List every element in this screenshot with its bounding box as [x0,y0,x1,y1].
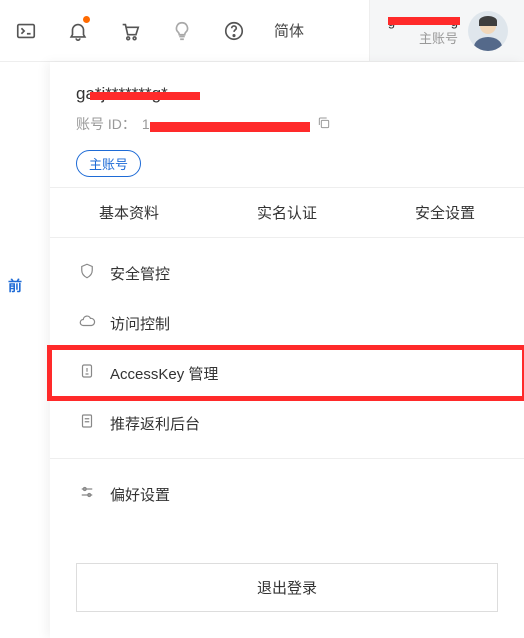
copy-icon[interactable] [316,115,332,134]
account-id-row: 账号 ID： 1 [76,114,498,134]
avatar [468,11,508,51]
cart-icon[interactable] [104,0,156,61]
menu-preferences[interactable]: 偏好设置 [50,469,524,519]
account-type-label: 主账号 [388,31,458,47]
menu-item-label: AccessKey 管理 [110,363,218,384]
language-switch[interactable]: 简体 [260,20,318,41]
menu-security-control[interactable]: 安全管控 [50,248,524,298]
account-id-value: 1 [142,116,310,132]
lightbulb-icon[interactable] [156,0,208,61]
panel-username: ga*j*******g* [76,84,168,104]
account-type-badge: 主账号 [76,150,141,177]
background-text: 。前 [0,276,22,296]
profile-tabs: 基本资料 实名认证 安全设置 [50,187,524,238]
tab-real-name[interactable]: 实名认证 [208,188,366,237]
tab-security-settings[interactable]: 安全设置 [366,188,524,237]
menu-item-label: 偏好设置 [110,484,170,505]
menu-accesskey-management[interactable]: AccessKey 管理 [50,348,524,398]
menu-item-label: 访问控制 [110,313,170,334]
help-icon[interactable] [208,0,260,61]
menu-item-label: 推荐返利后台 [110,413,200,434]
logout-button[interactable]: 退出登录 [76,563,498,612]
cloud-icon [78,312,96,334]
top-toolbar: 简体 g***********g 主账号 [0,0,524,62]
bell-icon[interactable] [52,0,104,61]
terminal-icon[interactable] [0,0,52,61]
shield-icon [78,262,96,284]
notification-dot [83,16,90,23]
menu-access-control[interactable]: 访问控制 [50,298,524,348]
account-name: g***********g [388,14,458,30]
menu-divider [50,458,524,459]
account-panel: ga*j*******g* 账号 ID： 1 主账号 基本资料 实名认证 安全设… [50,62,524,638]
account-dropdown-trigger[interactable]: g***********g 主账号 [369,0,524,61]
menu-referral-rewards[interactable]: 推荐返利后台 [50,398,524,448]
menu-item-label: 安全管控 [110,263,170,284]
menu-list: 安全管控 访问控制 AccessKey 管理 推荐返利后台 偏好设置 [50,238,524,529]
key-icon [78,362,96,384]
account-id-label: 账号 ID： [76,114,136,134]
doc-icon [78,412,96,434]
sliders-icon [78,483,96,505]
tab-basic-info[interactable]: 基本资料 [50,188,208,237]
